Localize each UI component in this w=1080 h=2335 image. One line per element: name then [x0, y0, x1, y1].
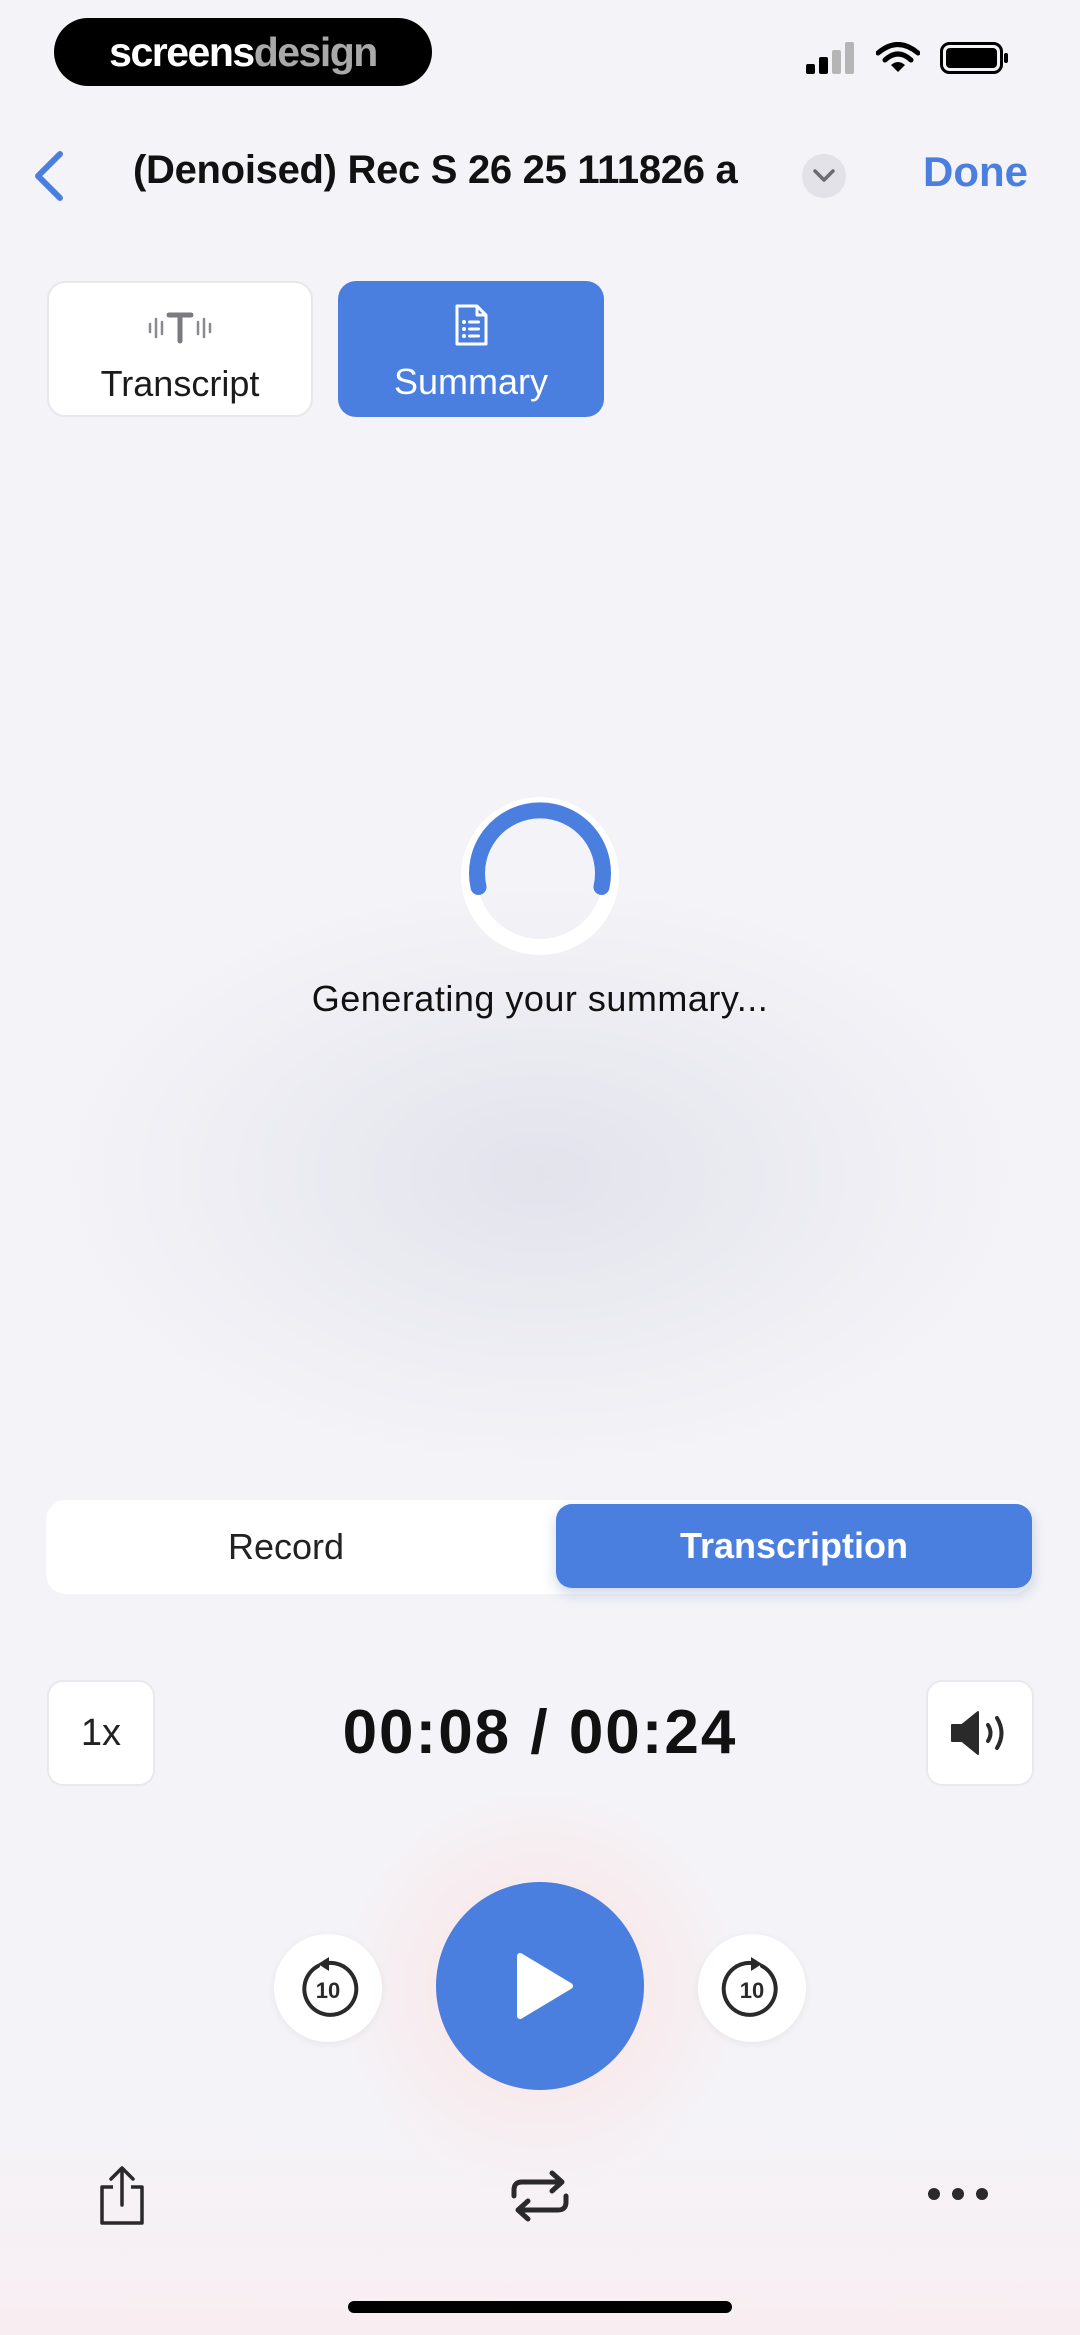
share-icon	[100, 2166, 144, 2225]
repeat-icon	[511, 2170, 569, 2222]
volume-button[interactable]	[926, 1680, 1034, 1786]
forward-10-icon: 10	[721, 1957, 778, 2017]
skip-back-10-button[interactable]: 10	[274, 1934, 382, 2042]
title-dropdown-button[interactable]	[802, 154, 846, 198]
wifi-icon	[876, 42, 920, 72]
tab-summary-label: Summary	[393, 361, 549, 402]
chevron-left-icon	[35, 151, 63, 201]
rewind-10-icon: 10	[302, 1957, 359, 2017]
repeat-button[interactable]	[508, 2168, 572, 2224]
mode-segmented-control: Record Transcription	[46, 1500, 1032, 1594]
document-list-icon	[453, 303, 489, 347]
home-indicator	[348, 2301, 732, 2313]
tab-transcript[interactable]: Transcript	[47, 281, 313, 417]
share-button[interactable]	[96, 2165, 148, 2227]
skip-forward-label: 10	[740, 1978, 764, 2003]
segment-record[interactable]: Record	[46, 1500, 526, 1594]
tab-transcript-label: Transcript	[100, 363, 260, 404]
tab-summary[interactable]: Summary	[338, 281, 604, 417]
playback-time: 00:08 / 00:24	[342, 1698, 738, 1767]
speaker-icon	[951, 1711, 1004, 1755]
ellipsis-icon	[928, 2188, 988, 2200]
chevron-down-icon	[813, 169, 835, 182]
brand-part-2: design	[253, 28, 379, 75]
segment-transcription[interactable]: Transcription	[556, 1504, 1032, 1588]
brand-watermark: screens design	[54, 18, 432, 86]
battery-icon	[940, 42, 1008, 74]
skip-forward-10-button[interactable]: 10	[698, 1934, 806, 2042]
skip-back-label: 10	[316, 1978, 340, 2003]
play-icon	[517, 1953, 573, 2019]
loading-message: Generating your summary...	[311, 978, 769, 1019]
cellular-signal-icon	[806, 42, 854, 74]
brand-part-1: screens	[109, 28, 255, 75]
transcript-waveform-icon	[147, 305, 213, 349]
more-options-button[interactable]	[925, 2183, 991, 2205]
back-button[interactable]	[28, 146, 72, 206]
play-button[interactable]	[436, 1882, 644, 2090]
loading-spinner	[461, 797, 619, 955]
status-bar-icons	[806, 42, 1010, 74]
recording-title[interactable]: (Denoised) Rec S 26 25 111826 a	[133, 148, 738, 193]
done-button[interactable]: Done	[923, 148, 1028, 196]
